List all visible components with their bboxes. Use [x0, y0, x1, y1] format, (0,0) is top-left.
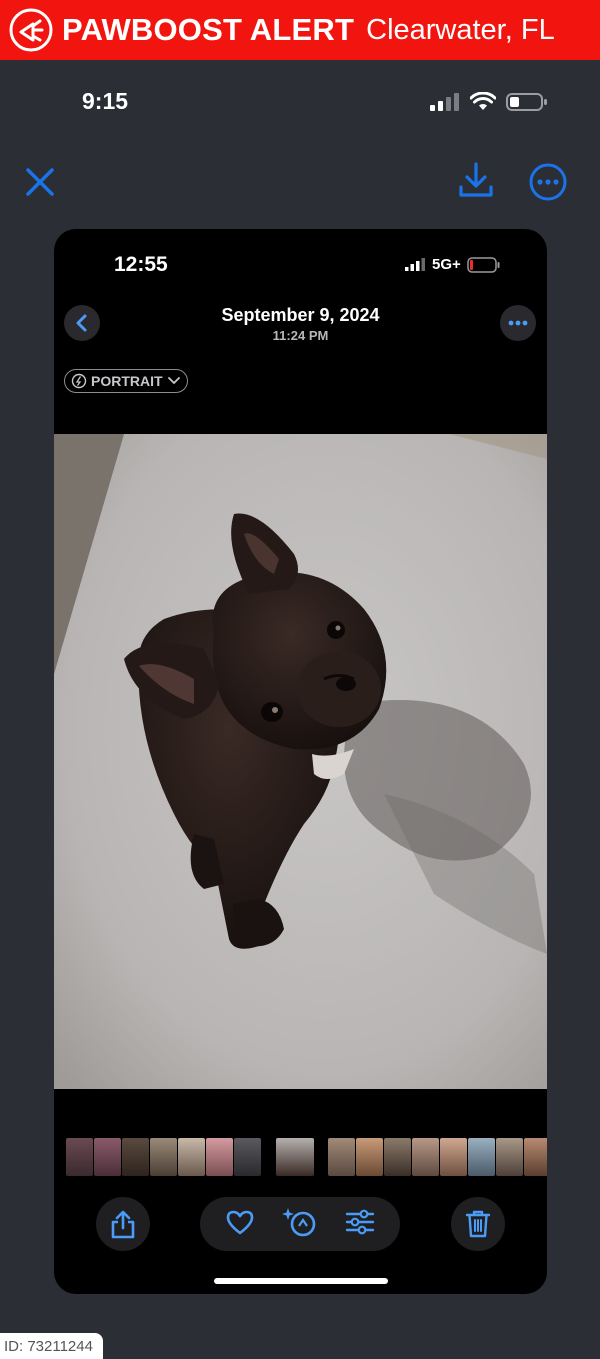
thumbnail[interactable] [468, 1138, 495, 1176]
portrait-mode-label: PORTRAIT [91, 373, 163, 389]
thumbnail[interactable] [496, 1138, 523, 1176]
magic-enhance-icon [281, 1207, 316, 1236]
inner-signal-icon [405, 257, 425, 271]
adjust-sliders-icon [345, 1209, 374, 1234]
banner-location: Clearwater, FL [366, 13, 555, 46]
thumbnail[interactable] [150, 1138, 177, 1176]
delete-button[interactable] [451, 1197, 505, 1251]
listing-id-tag: ID: 73211244 [0, 1333, 103, 1359]
thumbnail[interactable] [440, 1138, 467, 1176]
inner-network-label: 5G+ [432, 256, 461, 273]
portrait-mode-badge[interactable]: PORTRAIT [64, 369, 188, 393]
inner-status-indicators: 5G+ [404, 256, 501, 273]
banner-brand: PAWBOOST ALERT [62, 12, 355, 47]
close-icon [26, 168, 54, 196]
trash-icon [465, 1210, 491, 1238]
battery-icon [506, 93, 547, 111]
thumbnail[interactable] [384, 1138, 411, 1176]
phone-screenshot: 12:55 5G+ September 9, 2024 11:24 PM POR… [54, 229, 547, 1294]
wifi-icon [470, 92, 496, 110]
thumbnail[interactable] [524, 1138, 547, 1176]
aperture-icon [71, 373, 87, 389]
heart-icon [227, 1210, 254, 1234]
close-button[interactable] [22, 164, 58, 200]
thumbnail[interactable] [66, 1138, 93, 1176]
download-icon [459, 162, 493, 197]
more-icon [529, 163, 567, 201]
thumbnail[interactable] [178, 1138, 205, 1176]
thumbnail[interactable] [412, 1138, 439, 1176]
share-icon [111, 1210, 135, 1239]
more-options-button[interactable] [528, 162, 568, 202]
photo-more-button[interactable] [500, 305, 536, 341]
inner-battery-icon [467, 256, 500, 273]
signal-icon [430, 93, 459, 111]
thumbnail[interactable] [356, 1138, 383, 1176]
photo-date: September 9, 2024 [221, 305, 380, 325]
photo-actions-group [200, 1197, 400, 1251]
download-button[interactable] [456, 160, 496, 200]
inner-status-time: 12:55 [114, 253, 168, 276]
dog-photo [54, 434, 547, 1089]
thumbnail[interactable] [328, 1138, 355, 1176]
thumbnail-strip[interactable] [66, 1137, 547, 1177]
status-indicators [428, 92, 548, 112]
status-time: 9:15 [82, 88, 129, 114]
thumbnail[interactable] [94, 1138, 121, 1176]
thumbnail-selected[interactable] [276, 1138, 314, 1176]
chevron-down-icon [167, 377, 180, 385]
thumbnail[interactable] [122, 1138, 149, 1176]
more-dots-icon [508, 320, 528, 326]
photo-time: 11:24 PM [272, 328, 329, 343]
pawboost-banner: PAWBOOST ALERT Clearwater, FL [0, 0, 600, 60]
favorite-button[interactable] [225, 1209, 255, 1240]
share-button[interactable] [96, 1197, 150, 1251]
thumbnail[interactable] [234, 1138, 261, 1176]
alert-megaphone-icon [8, 7, 54, 53]
thumbnail[interactable] [206, 1138, 233, 1176]
adjust-button[interactable] [345, 1209, 375, 1240]
home-indicator [214, 1278, 388, 1284]
enhance-button[interactable] [281, 1206, 318, 1243]
